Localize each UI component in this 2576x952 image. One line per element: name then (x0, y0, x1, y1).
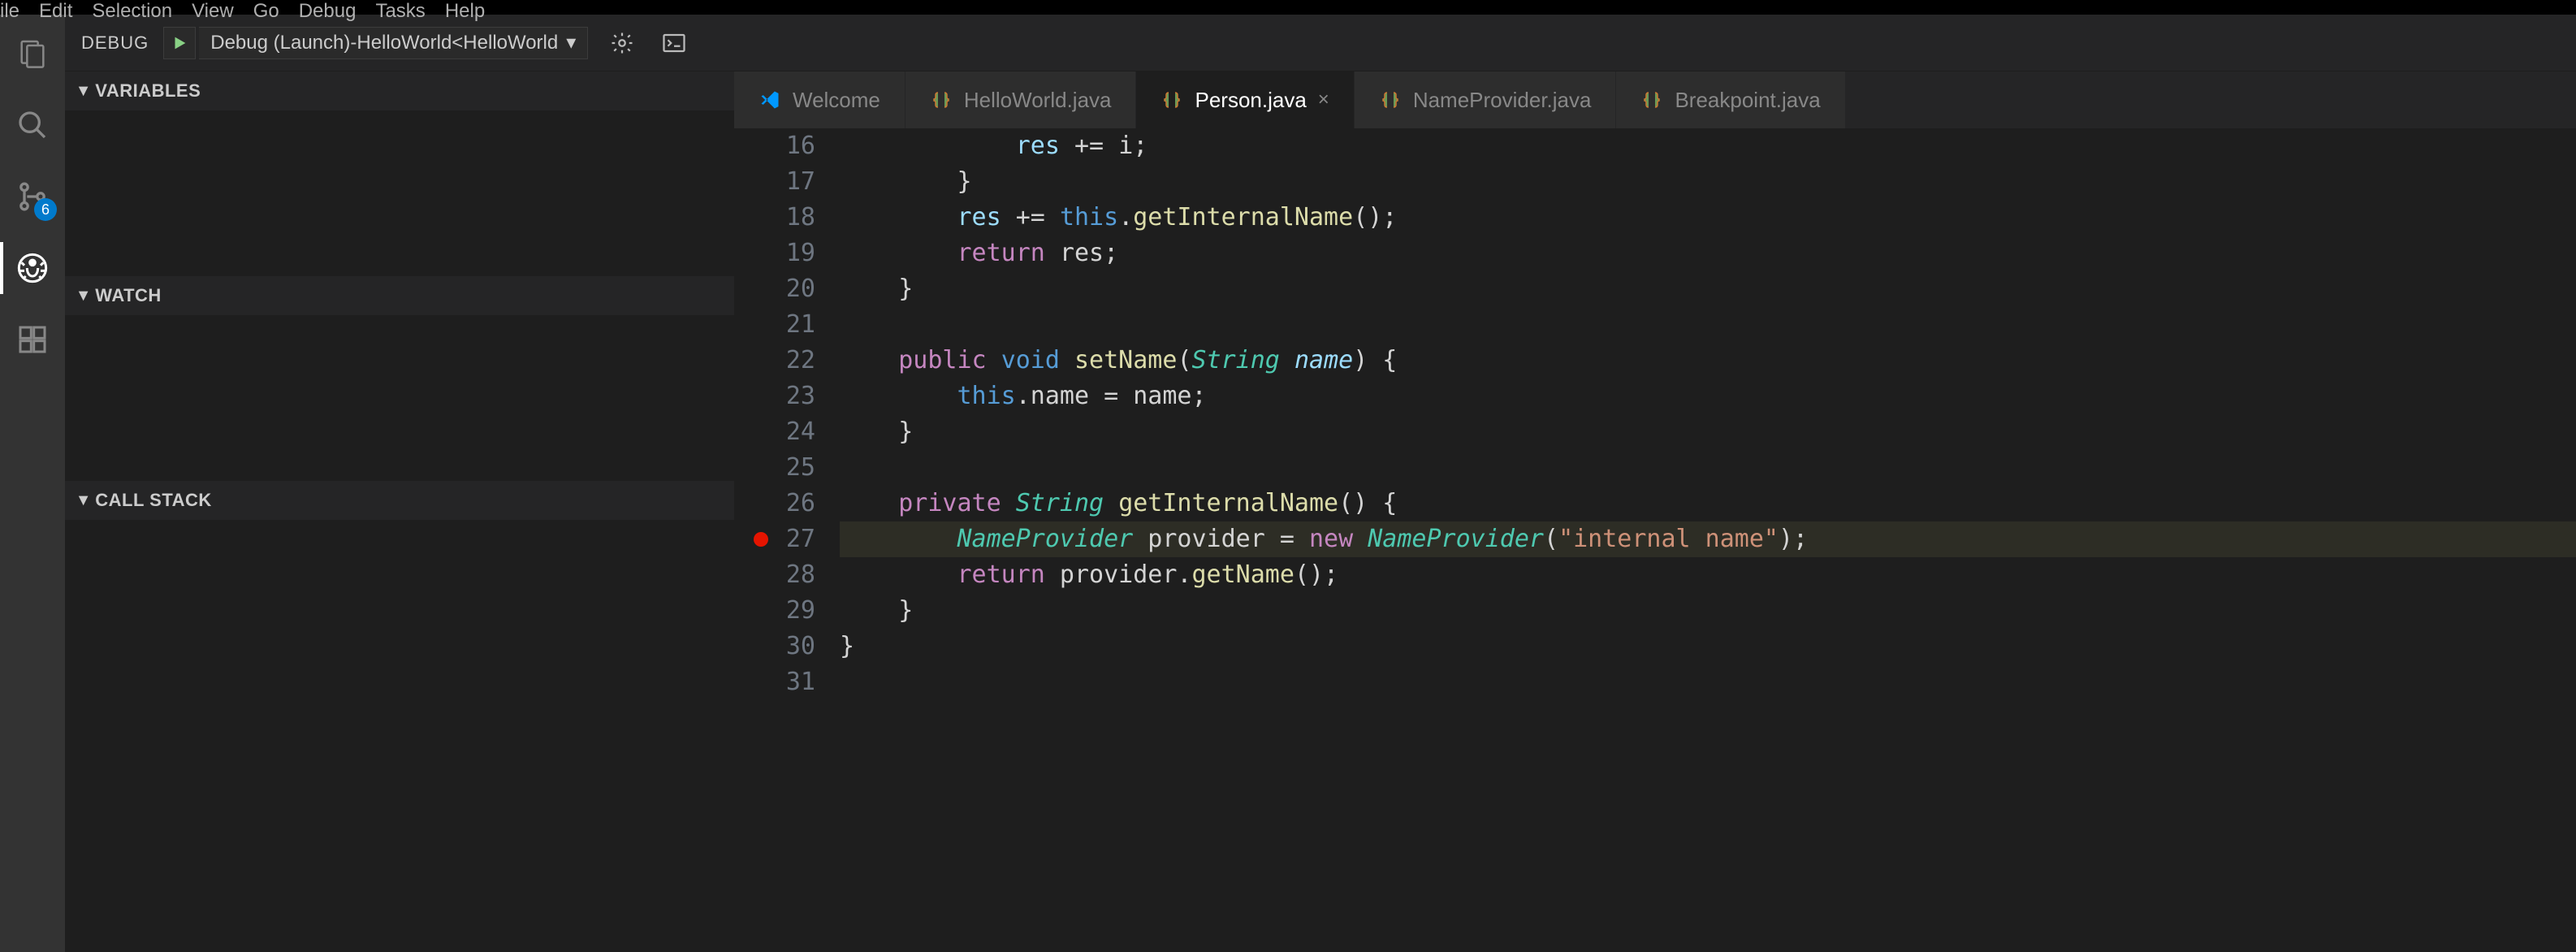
vscode-icon (759, 89, 781, 111)
line-number[interactable]: 17 (734, 164, 815, 200)
menu-view[interactable]: View (192, 0, 234, 23)
panel-title: CALL STACK (95, 490, 212, 511)
line-number[interactable]: 31 (734, 664, 815, 700)
line-number[interactable]: 21 (734, 307, 815, 343)
panel-callstack-body (65, 520, 734, 952)
tab-welcome[interactable]: Welcome (734, 71, 905, 128)
menubar: ile Edit Selection View Go Debug Tasks H… (0, 0, 2576, 15)
menu-go[interactable]: Go (253, 0, 279, 23)
breakpoint-icon[interactable] (754, 532, 768, 547)
line-gutter[interactable]: 16171819202122232425262728293031 (734, 128, 840, 952)
code-line[interactable]: return provider.getName(); (840, 557, 2576, 593)
debug-icon[interactable] (13, 249, 52, 288)
line-number[interactable]: 20 (734, 271, 815, 307)
tab-label: Welcome (793, 88, 880, 113)
start-debug-button[interactable] (163, 27, 196, 59)
tab-label: HelloWorld.java (964, 88, 1112, 113)
menu-tasks[interactable]: Tasks (375, 0, 425, 23)
code-line[interactable]: public void setName(String name) { (840, 343, 2576, 379)
menu-help[interactable]: Help (445, 0, 485, 23)
tab-nameprovider-java[interactable]: NameProvider.java (1355, 71, 1617, 128)
code-line[interactable]: this.name = name; (840, 379, 2576, 414)
tab-helloworld-java[interactable]: HelloWorld.java (905, 71, 1137, 128)
code-line[interactable]: } (840, 629, 2576, 664)
debug-sidebar: ▶ VARIABLES ▶ WATCH ▶ CALL STACK (65, 71, 734, 952)
code-line[interactable] (840, 450, 2576, 486)
code-content[interactable]: res += i; } res += this.getInternalName(… (840, 128, 2576, 952)
java-file-icon (1160, 89, 1183, 111)
tab-label: Breakpoint.java (1675, 88, 1820, 113)
debug-console-icon[interactable] (656, 25, 692, 61)
line-number[interactable]: 27 (734, 521, 815, 557)
code-line[interactable]: } (840, 414, 2576, 450)
dropdown-caret-icon: ▾ (566, 31, 576, 54)
panel-variables-body (65, 110, 734, 276)
line-number[interactable]: 16 (734, 128, 815, 164)
tab-person-java[interactable]: Person.java × (1136, 71, 1354, 128)
panel-title: WATCH (95, 285, 162, 306)
java-file-icon (1379, 89, 1402, 111)
tab-label: Person.java (1195, 88, 1306, 113)
debug-config-label: Debug (Launch)-HelloWorld<HelloWorld (210, 32, 558, 54)
editor-tabs: Welcome HelloWorld.java Person.java × NamePr… (734, 71, 2576, 128)
chevron-down-icon: ▶ (77, 291, 91, 300)
line-number[interactable]: 18 (734, 200, 815, 236)
source-control-icon[interactable]: 6 (13, 177, 52, 216)
code-line[interactable]: NameProvider provider = new NameProvider… (840, 521, 2576, 557)
tab-breakpoint-java[interactable]: Breakpoint.java (1616, 71, 1845, 128)
line-number[interactable]: 26 (734, 486, 815, 521)
line-number[interactable]: 22 (734, 343, 815, 379)
code-line[interactable]: } (840, 271, 2576, 307)
code-line[interactable]: res += i; (840, 128, 2576, 164)
panel-watch-body (65, 315, 734, 481)
line-number[interactable]: 24 (734, 414, 815, 450)
scm-badge: 6 (34, 198, 57, 221)
explorer-icon[interactable] (13, 34, 52, 73)
debug-toolbar: DEBUG Debug (Launch)-HelloWorld<HelloWor… (65, 15, 2576, 71)
code-line[interactable]: res += this.getInternalName(); (840, 200, 2576, 236)
java-file-icon (1640, 89, 1663, 111)
panel-title: VARIABLES (95, 80, 201, 102)
java-file-icon (930, 89, 953, 111)
extensions-icon[interactable] (13, 320, 52, 359)
menu-selection[interactable]: Selection (92, 0, 172, 23)
editor-area: Welcome HelloWorld.java Person.java × NamePr… (734, 71, 2576, 952)
menu-debug[interactable]: Debug (299, 0, 357, 23)
gear-icon[interactable] (604, 25, 640, 61)
panel-watch-header[interactable]: ▶ WATCH (65, 276, 734, 315)
line-number[interactable]: 23 (734, 379, 815, 414)
code-line[interactable]: } (840, 593, 2576, 629)
close-icon[interactable]: × (1318, 89, 1329, 111)
code-line[interactable]: private String getInternalName() { (840, 486, 2576, 521)
line-number[interactable]: 25 (734, 450, 815, 486)
code-line[interactable]: return res; (840, 236, 2576, 271)
panel-callstack-header[interactable]: ▶ CALL STACK (65, 481, 734, 520)
code-editor[interactable]: 16171819202122232425262728293031 res += … (734, 128, 2576, 952)
code-line[interactable]: } (840, 164, 2576, 200)
line-number[interactable]: 28 (734, 557, 815, 593)
menu-edit[interactable]: Edit (39, 0, 72, 23)
chevron-down-icon: ▶ (77, 86, 91, 95)
code-line[interactable] (840, 307, 2576, 343)
debug-config-select[interactable]: Debug (Launch)-HelloWorld<HelloWorld ▾ (199, 27, 588, 59)
menu-file[interactable]: ile (0, 0, 19, 23)
activity-bar: 6 (0, 15, 65, 952)
tab-label: NameProvider.java (1413, 88, 1592, 113)
search-icon[interactable] (13, 106, 52, 145)
line-number[interactable]: 19 (734, 236, 815, 271)
debug-label: DEBUG (81, 32, 160, 54)
panel-variables-header[interactable]: ▶ VARIABLES (65, 71, 734, 110)
chevron-down-icon: ▶ (77, 495, 91, 504)
line-number[interactable]: 30 (734, 629, 815, 664)
code-line[interactable] (840, 664, 2576, 700)
line-number[interactable]: 29 (734, 593, 815, 629)
